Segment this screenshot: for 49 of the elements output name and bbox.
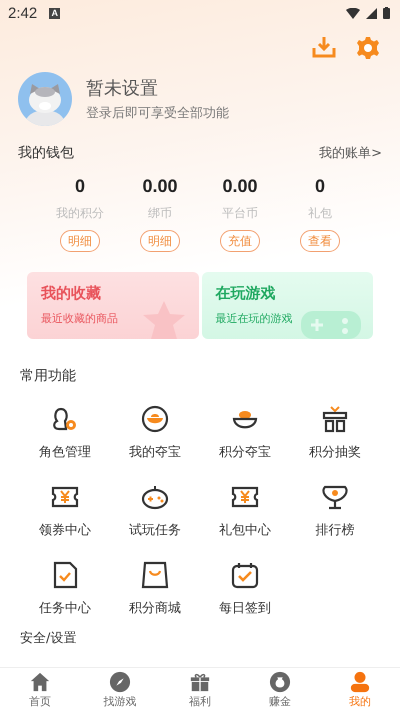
function-item[interactable]: 积分抽奖 (290, 403, 380, 461)
gamepad-icon (301, 309, 361, 339)
nav-tab[interactable]: 找游戏 (80, 668, 160, 712)
stat-label: 平台币 (222, 205, 258, 222)
section-title: 我的钱包 (18, 144, 74, 162)
card-title: 在玩游戏 (216, 284, 276, 303)
function-item[interactable]: 试玩任务 (110, 481, 200, 539)
section-title: 安全/设置 (19, 630, 78, 647)
wifi-icon (346, 8, 360, 18)
function-item[interactable]: 礼包中心 (200, 481, 290, 539)
notification-icon: A (49, 8, 60, 18)
star-icon (140, 299, 186, 339)
function-item[interactable]: 积分商城 (110, 559, 200, 617)
profile-name: 暂未设置 (86, 77, 159, 100)
function-item[interactable]: 任务中心 (20, 559, 110, 617)
nav-tab[interactable]: 首页 (0, 668, 80, 712)
function-item[interactable]: 领券中心 (20, 481, 110, 539)
stat-value: 0.00 (142, 176, 178, 197)
compass-icon (109, 671, 131, 693)
card-subtitle: 最近在玩的游戏 (216, 311, 294, 326)
signal-icon (366, 8, 377, 18)
person-icon (349, 671, 371, 693)
card-title: 我的收藏 (41, 284, 102, 303)
function-item[interactable]: 我的夺宝 (110, 403, 200, 461)
status-time: 2:42 (8, 4, 38, 22)
card-subtitle: 最近收藏的商品 (41, 311, 119, 326)
shopping-bag-icon (139, 559, 171, 591)
nav-tab[interactable]: 赚金 (240, 668, 320, 712)
login-hint: 登录后即可享受全部功能 (86, 105, 229, 122)
stat-label: 绑币 (148, 205, 172, 222)
battery-icon (383, 7, 390, 19)
settings-icon[interactable] (356, 36, 380, 60)
stat-label: 我的积分 (56, 205, 104, 222)
stat-value: 0 (314, 176, 325, 197)
stat-value: 0 (74, 176, 85, 197)
money-bag-icon (269, 671, 291, 693)
home-icon (29, 671, 51, 693)
gift-icon (189, 671, 211, 693)
function-item[interactable]: 排行榜 (290, 481, 380, 539)
function-item[interactable]: 每日签到 (200, 559, 290, 617)
ingot-icon (139, 403, 171, 435)
download-icon[interactable] (312, 36, 336, 58)
function-item[interactable]: 积分夺宝 (200, 403, 290, 461)
stat-label: 礼包 (308, 205, 332, 222)
bill-link[interactable]: 我的账单> (319, 144, 382, 162)
function-item[interactable]: 角色管理 (20, 403, 110, 461)
section-title: 常用功能 (19, 367, 77, 385)
nav-tab[interactable]: 福利 (160, 668, 240, 712)
stat-value: 0.00 (222, 176, 258, 197)
